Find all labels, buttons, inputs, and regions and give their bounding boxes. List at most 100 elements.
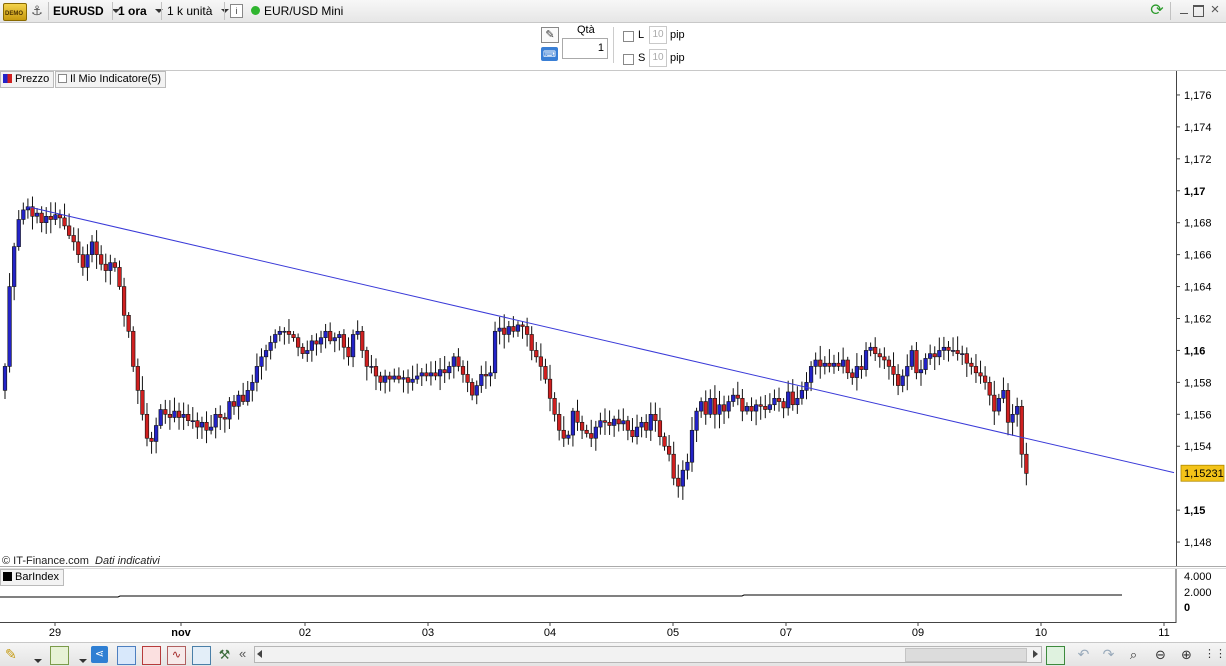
candle-body [836,362,841,367]
candle-body [1015,406,1020,415]
candle-body [717,404,722,415]
candle-body [241,394,246,402]
candle-body [341,334,347,348]
x-tick-label: 11 [1158,627,1169,639]
scroll-thumb[interactable] [905,648,1027,662]
candle-body [245,390,250,402]
drawing-tools-icon[interactable]: ✎ [5,646,22,663]
sub-tick-0: 0 [1184,602,1190,614]
scroll-right-icon[interactable] [1033,650,1038,658]
y-tick-label: 1,176 [1184,90,1212,102]
chevron-down-icon[interactable] [79,652,87,666]
symbol-selector[interactable]: EURUSD [53,4,121,18]
y-tick-label: 1,174 [1184,122,1212,134]
units-selector[interactable]: 1 k unità [167,4,229,18]
limit-checkbox[interactable] [623,31,634,42]
stop-pip-input[interactable]: 10 [649,49,667,67]
candle-body [300,346,305,354]
maximize-icon[interactable] [1193,5,1204,17]
list-icon[interactable] [142,646,161,665]
zoom-out-icon[interactable]: ⊖ [1152,646,1169,663]
scroll-left-icon[interactable] [257,650,262,658]
candle-body [987,382,992,396]
export-icon[interactable] [1046,646,1065,665]
zoom-in-icon[interactable]: ⊕ [1178,646,1195,663]
candle-body [685,461,690,471]
calendar-icon[interactable] [192,646,211,665]
x-tick-label: 02 [299,627,311,639]
stop-label: S [638,52,646,64]
undo-icon[interactable]: ↶ [1075,646,1092,663]
indicator-icon[interactable]: ∿ [167,646,186,665]
barindex-chart[interactable]: 4.000 2.000 0 [0,569,1226,623]
candle-body [149,437,154,442]
candle-body [946,346,951,351]
candle-body [94,241,99,255]
candle-body [392,375,397,380]
wrench-icon[interactable]: ✎ [541,27,559,43]
candle-body [506,326,511,335]
candle-body [900,375,905,386]
candle-body [337,334,342,338]
candle-body [584,429,589,434]
candle-body [634,426,640,437]
chart-type-icon[interactable] [50,646,69,665]
chevron-down-icon[interactable] [34,652,42,666]
candle-body [7,286,12,367]
candle-body [914,350,919,374]
timeframe-selector[interactable]: 1 ora [118,4,164,18]
tools-icon[interactable]: ⚒ [216,646,233,663]
anchor-icon[interactable]: ⚓ [30,3,44,19]
candle-body [479,374,484,386]
close-icon[interactable]: × [1208,2,1222,18]
qty-input[interactable]: 1 [562,38,608,59]
candle-body [85,254,90,268]
candle-body [886,359,892,367]
minimize-icon[interactable] [1178,4,1190,16]
candle-body [1010,414,1015,423]
candle-body [305,350,310,354]
candle-body [593,426,598,439]
candle-body [607,421,612,426]
candle-body [140,390,145,415]
share-icon[interactable]: ⋖ [91,646,108,663]
scrollbar[interactable] [254,646,1042,663]
candle-body [460,366,466,375]
candle-body [250,382,255,391]
candle-body [204,421,209,431]
candle-body [39,212,44,223]
candle-body [676,477,681,487]
candle-body [570,410,576,436]
limit-pip-input[interactable]: 10 [649,26,667,44]
candle-body [873,346,878,354]
candle-body [176,410,182,418]
candle-body [754,404,759,412]
candle-body [497,327,502,332]
candle-body [992,394,997,412]
candle-body [99,254,104,265]
price-chart[interactable]: 1,176 1,174 1,172 1,17 1,168 1,166 1,164 1,162 1… [0,71,1226,566]
candle-body [767,404,772,410]
y-tick-label: 1,148 [1184,537,1212,549]
grid-icon[interactable]: ⋮⋮ [1204,646,1226,663]
candle-body [273,334,278,343]
redo-icon[interactable]: ↷ [1100,646,1117,663]
candle-body [369,366,374,368]
units-label: 1 k unità [167,4,213,18]
keyboard-icon[interactable]: ⌨ [541,47,558,61]
candle-body [488,372,493,377]
stop-checkbox[interactable] [623,54,634,65]
candle-body [474,385,479,396]
candle-body [44,216,49,223]
info-icon[interactable]: i [230,4,243,18]
candle-body [383,375,388,383]
candle-body [323,330,328,338]
collapse-left-icon[interactable]: « [239,646,246,661]
candle-body [895,374,901,386]
zoom-area-icon[interactable]: ⌕ [1125,646,1142,663]
candle-body [1019,406,1024,455]
refresh-icon[interactable]: ⟳ [1148,1,1166,20]
comment-icon[interactable] [117,646,136,665]
candle-body [108,262,113,271]
candle-body [950,350,956,352]
